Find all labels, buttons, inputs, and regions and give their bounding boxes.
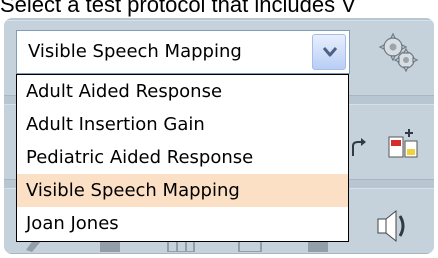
chevron-down-icon (322, 47, 338, 57)
instruction-caption: Select a test protocol that includes V (0, 0, 356, 17)
speaker-icon[interactable] (374, 206, 414, 246)
protocol-option[interactable]: Pediatric Aided Response (17, 141, 348, 174)
protocol-option-selected[interactable]: Visible Speech Mapping (17, 174, 348, 207)
protocol-option[interactable]: Adult Aided Response (17, 75, 348, 108)
protocol-option[interactable]: Joan Jones (17, 207, 348, 240)
gear-icon[interactable] (376, 30, 420, 74)
protocol-option[interactable]: Adult Insertion Gain (17, 108, 348, 141)
curved-arrow-icon[interactable] (350, 136, 368, 160)
chart-settings-icon[interactable] (387, 127, 421, 161)
protocol-dropdown-list: Adult Aided Response Adult Insertion Gai… (16, 74, 349, 242)
protocol-select-value: Visible Speech Mapping (28, 41, 242, 62)
dropdown-button[interactable] (312, 34, 346, 70)
toolbar-panel: Visible Speech Mapping Adult Aided Respo… (4, 18, 434, 254)
protocol-select[interactable]: Visible Speech Mapping (16, 30, 350, 74)
